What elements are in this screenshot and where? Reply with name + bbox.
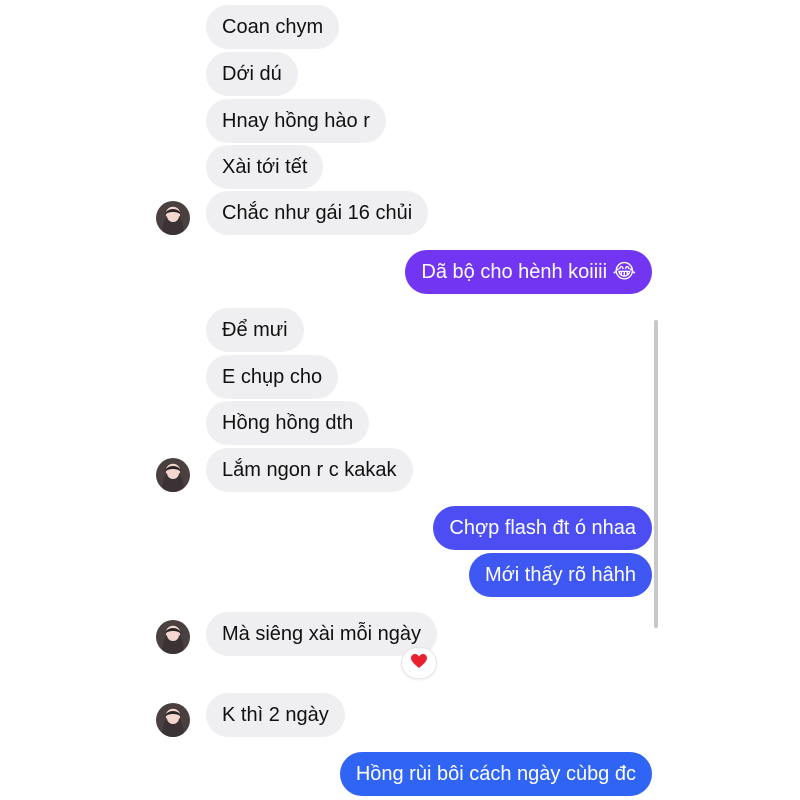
message-bubble-incoming[interactable]: Hnay hồng hào r: [206, 99, 386, 143]
message-bubble-incoming[interactable]: Lắm ngon r c kakak: [206, 448, 413, 492]
scrollbar[interactable]: [654, 320, 658, 628]
contact-avatar[interactable]: [156, 458, 190, 492]
message-bubble-incoming[interactable]: Chắc như gái 16 chủi: [206, 191, 429, 235]
contact-avatar[interactable]: [156, 620, 190, 654]
contact-avatar[interactable]: [156, 201, 190, 235]
contact-avatar[interactable]: [156, 703, 190, 737]
heart-icon: [410, 653, 428, 674]
message-bubble-outgoing[interactable]: Hồng rùi bôi cách ngày cùbg đc: [339, 752, 652, 796]
message-bubble-incoming[interactable]: K thì 2 ngày: [206, 693, 345, 737]
message-bubble-incoming[interactable]: Để mưi: [206, 308, 304, 352]
heart-reaction[interactable]: [402, 648, 436, 678]
message-bubble-incoming[interactable]: Hồng hồng dth: [206, 401, 370, 445]
message-bubble-outgoing[interactable]: Mới thấy rõ hâhh: [469, 553, 652, 597]
message-bubble-incoming[interactable]: Xài tới tết: [206, 145, 324, 189]
message-bubble-incoming[interactable]: E chụp cho: [206, 355, 339, 399]
message-bubble-outgoing[interactable]: Chợp flash đt ó nhaa: [433, 506, 652, 550]
message-bubble-incoming[interactable]: Dới dú: [206, 52, 298, 96]
message-bubble-incoming[interactable]: Coan chym: [206, 5, 340, 49]
message-bubble-incoming[interactable]: Mà siêng xài mỗi ngày: [206, 612, 437, 656]
message-bubble-outgoing[interactable]: Dã bộ cho hènh koiiii 😂: [405, 250, 652, 294]
